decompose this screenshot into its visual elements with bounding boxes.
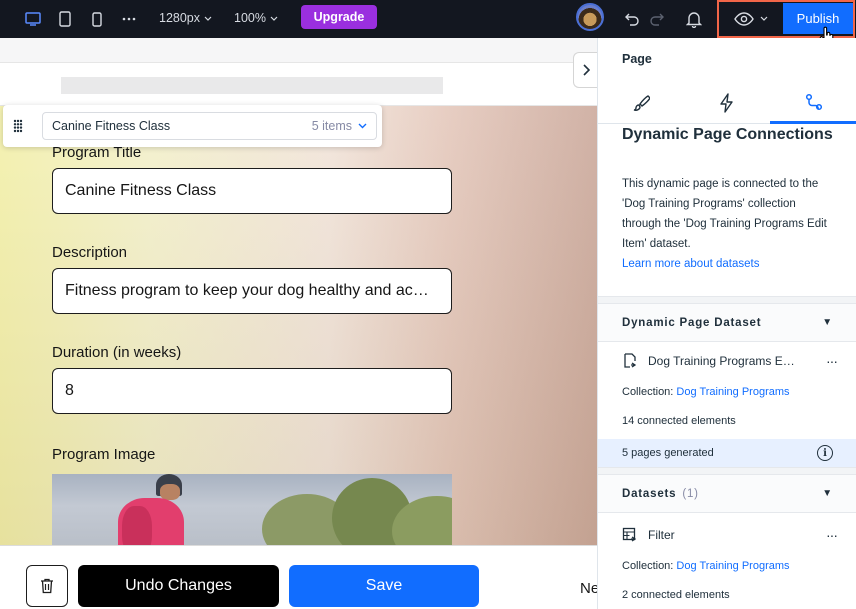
duration-input[interactable]: 8 xyxy=(52,368,452,414)
item-selector[interactable]: Canine Fitness Class 5 items xyxy=(42,112,377,140)
panel-tabs xyxy=(598,82,856,124)
drag-handle-icon[interactable] xyxy=(11,117,25,135)
delete-button[interactable] xyxy=(26,565,68,607)
learn-more-link[interactable]: Learn more about datasets xyxy=(622,258,759,270)
dynamic-dataset-name: Dog Training Programs E… xyxy=(648,354,795,368)
program-title-input[interactable]: Canine Fitness Class xyxy=(52,168,452,214)
collection-name: Dog Training Programs xyxy=(624,198,743,210)
zoom-selector[interactable]: 100% xyxy=(234,11,278,25)
collection-link[interactable]: Dog Training Programs xyxy=(676,560,789,572)
item-count: 5 items xyxy=(311,119,352,133)
trash-icon xyxy=(41,578,53,594)
tablet-view-icon[interactable] xyxy=(54,8,76,30)
panel-title: Page xyxy=(622,52,652,66)
undo-icon[interactable] xyxy=(621,8,643,30)
description-label: Description xyxy=(52,244,128,261)
brush-icon xyxy=(633,95,650,111)
duration-label: Duration (in weeks) xyxy=(52,344,182,361)
lightning-icon xyxy=(720,93,733,113)
header-strip xyxy=(0,62,597,106)
notifications-bell-icon[interactable] xyxy=(683,8,705,30)
collapse-panel-button[interactable] xyxy=(573,52,597,88)
upgrade-button[interactable]: Upgrade xyxy=(301,5,377,29)
editor-canvas: Program Title Canine Fitness Class Descr… xyxy=(0,38,597,609)
connected-elements-count: 2 connected elements xyxy=(622,589,730,601)
dynamic-dataset-title: Dynamic Page Dataset xyxy=(622,316,762,329)
dataset-item[interactable]: Filter ··· xyxy=(622,523,838,547)
more-options-icon[interactable]: ··· xyxy=(826,353,838,369)
desktop-view-icon[interactable] xyxy=(22,8,44,30)
top-bar: 1280px 100% Upgrade Publish xyxy=(0,0,856,46)
dataset-name: Filter xyxy=(648,528,675,542)
datasets-title: Datasets xyxy=(622,487,677,500)
connections-description: This dynamic page is connected to the 'D… xyxy=(622,174,837,274)
chevron-down-icon xyxy=(358,123,367,129)
connection-icon xyxy=(805,93,822,110)
tab-connections[interactable] xyxy=(770,82,856,124)
mobile-view-icon[interactable] xyxy=(86,8,108,30)
section-heading: Dynamic Page Connections xyxy=(622,126,833,143)
collection-info: Collection: Dog Training Programs xyxy=(622,386,790,398)
header-placeholder xyxy=(61,77,443,94)
pages-generated-row: 5 pages generated i xyxy=(598,439,856,467)
program-image[interactable] xyxy=(52,474,452,554)
undo-changes-button[interactable]: Undo Changes xyxy=(78,565,279,607)
next-button[interactable]: Ne xyxy=(580,580,597,597)
width-value: 1280px xyxy=(159,11,201,25)
program-image-label: Program Image xyxy=(52,446,156,463)
caret-down-icon: ▼ xyxy=(822,488,833,499)
chevron-right-icon xyxy=(582,64,590,76)
pages-generated-text: 5 pages generated xyxy=(622,447,714,459)
chevron-down-icon xyxy=(270,16,278,21)
divider xyxy=(598,467,856,475)
width-selector[interactable]: 1280px xyxy=(159,11,212,25)
collection-label: Collection: xyxy=(622,560,674,572)
more-views-icon[interactable] xyxy=(118,8,140,30)
datasets-header[interactable]: Datasets (1) ▼ xyxy=(598,475,856,513)
avatar[interactable] xyxy=(576,3,604,31)
tab-design[interactable] xyxy=(598,82,684,124)
datasets-count: (1) xyxy=(682,487,699,500)
dynamic-dataset-icon xyxy=(624,353,637,368)
zoom-value: 100% xyxy=(234,11,266,25)
description-input[interactable]: Fitness program to keep your dog healthy… xyxy=(52,268,452,314)
collection-link[interactable]: Dog Training Programs xyxy=(676,386,789,398)
tab-interactions[interactable] xyxy=(684,82,770,124)
collection-info: Collection: Dog Training Programs xyxy=(622,560,790,572)
chevron-down-icon xyxy=(204,16,212,21)
caret-down-icon: ▼ xyxy=(822,317,833,328)
dataset-icon xyxy=(622,527,637,542)
dynamic-dataset-item[interactable]: Dog Training Programs E… ··· xyxy=(622,349,838,373)
save-button[interactable]: Save xyxy=(289,565,479,607)
dynamic-dataset-header[interactable]: Dynamic Page Dataset ▼ xyxy=(598,304,856,342)
collection-label: Collection: xyxy=(622,386,674,398)
description-text: ' dataset. xyxy=(644,238,691,250)
divider xyxy=(598,296,856,304)
item-selector-value: Canine Fitness Class xyxy=(52,119,171,133)
info-icon[interactable]: i xyxy=(817,445,833,461)
redo-icon[interactable] xyxy=(646,8,668,30)
more-options-icon[interactable]: ··· xyxy=(826,527,838,543)
connected-elements-count: 14 connected elements xyxy=(622,415,736,427)
page-settings-panel: Page Dynamic Page Connections This dynam… xyxy=(597,38,856,609)
dataset-toolbar: Canine Fitness Class 5 items xyxy=(3,105,382,147)
form-actions-bar: Undo Changes Save Ne xyxy=(0,545,597,609)
